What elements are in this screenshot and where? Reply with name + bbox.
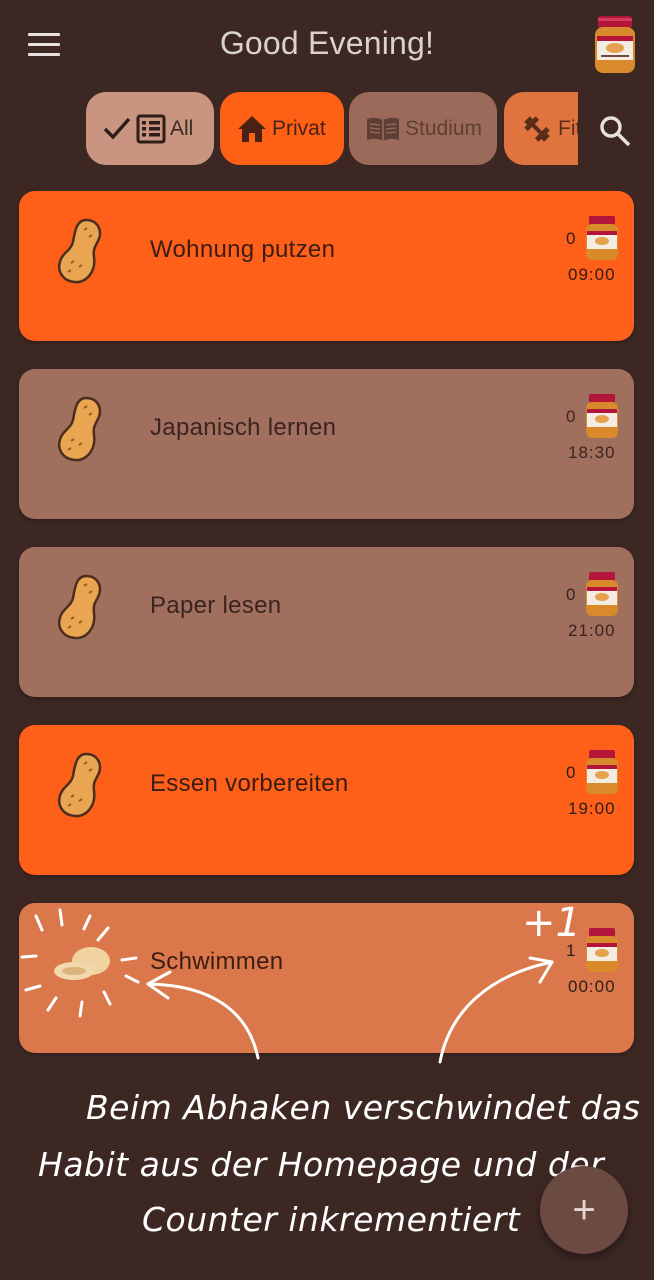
home-icon <box>238 115 266 142</box>
habit-card[interactable]: Wohnung putzen 0 09:00 <box>19 191 634 341</box>
chip-all[interactable]: All <box>86 92 214 165</box>
habit-card[interactable]: Paper lesen 0 21:00 <box>19 547 634 697</box>
chip-privat[interactable]: Privat <box>220 92 344 165</box>
peanut-butter-jar-icon <box>586 572 618 616</box>
page-title: Good Evening! <box>219 25 435 61</box>
peanut-butter-jar-icon <box>586 928 618 972</box>
peanut-butter-jar-icon[interactable] <box>592 14 638 76</box>
peanut-butter-jar-icon <box>586 394 618 438</box>
habit-counter: 0 <box>566 585 576 604</box>
book-icon <box>367 117 399 141</box>
habit-time: 19:00 <box>568 799 616 818</box>
increment-annotation: +1 <box>522 900 581 946</box>
habit-name: Schwimmen <box>150 948 284 975</box>
chip-studium[interactable]: Studium <box>349 92 497 165</box>
habit-time: 09:00 <box>568 265 616 284</box>
chip-all-label: All <box>170 116 194 140</box>
add-icon: + <box>572 1187 596 1232</box>
peanut-butter-jar-icon <box>586 216 618 260</box>
category-chips: All Privat Studium Fit <box>86 92 578 166</box>
habit-name: Wohnung putzen <box>150 236 336 263</box>
check-list-icon <box>103 114 166 143</box>
habit-card[interactable]: Essen vorbereiten 0 19:00 <box>19 725 634 875</box>
annotation-line: Beim Abhaken verschwindet das <box>86 1088 641 1127</box>
annotation-line: Habit aus der Homepage und der <box>38 1145 605 1184</box>
habit-time: 00:00 <box>568 977 616 996</box>
habit-name: Paper lesen <box>150 592 282 619</box>
chip-privat-label: Privat <box>272 116 326 140</box>
habit-card[interactable]: Japanisch lernen 0 18:30 <box>19 369 634 519</box>
habit-name: Essen vorbereiten <box>150 770 349 797</box>
habit-counter: 0 <box>566 229 576 248</box>
habit-counter: 0 <box>566 763 576 782</box>
peanut-icon[interactable] <box>53 217 107 285</box>
habit-name: Japanisch lernen <box>150 414 337 441</box>
chip-fitness[interactable]: Fit <box>504 92 578 165</box>
peanut-icon[interactable] <box>53 395 107 463</box>
peanut-butter-jar-icon <box>586 750 618 794</box>
add-habit-button[interactable]: + <box>540 1166 628 1254</box>
habit-time: 18:30 <box>568 443 616 462</box>
peanut-icon[interactable] <box>53 751 107 819</box>
search-icon[interactable] <box>598 114 632 148</box>
dumbbell-icon <box>524 115 550 142</box>
habit-time: 21:00 <box>568 621 616 640</box>
opened-peanut-icon[interactable] <box>49 943 115 985</box>
app-bar: Good Evening! <box>0 0 654 88</box>
annotation-line: Counter inkrementiert <box>142 1200 521 1239</box>
peanut-icon[interactable] <box>53 573 107 641</box>
chip-fitness-label: Fit <box>558 116 578 140</box>
habit-counter: 0 <box>566 407 576 426</box>
chip-studium-label: Studium <box>405 116 483 140</box>
